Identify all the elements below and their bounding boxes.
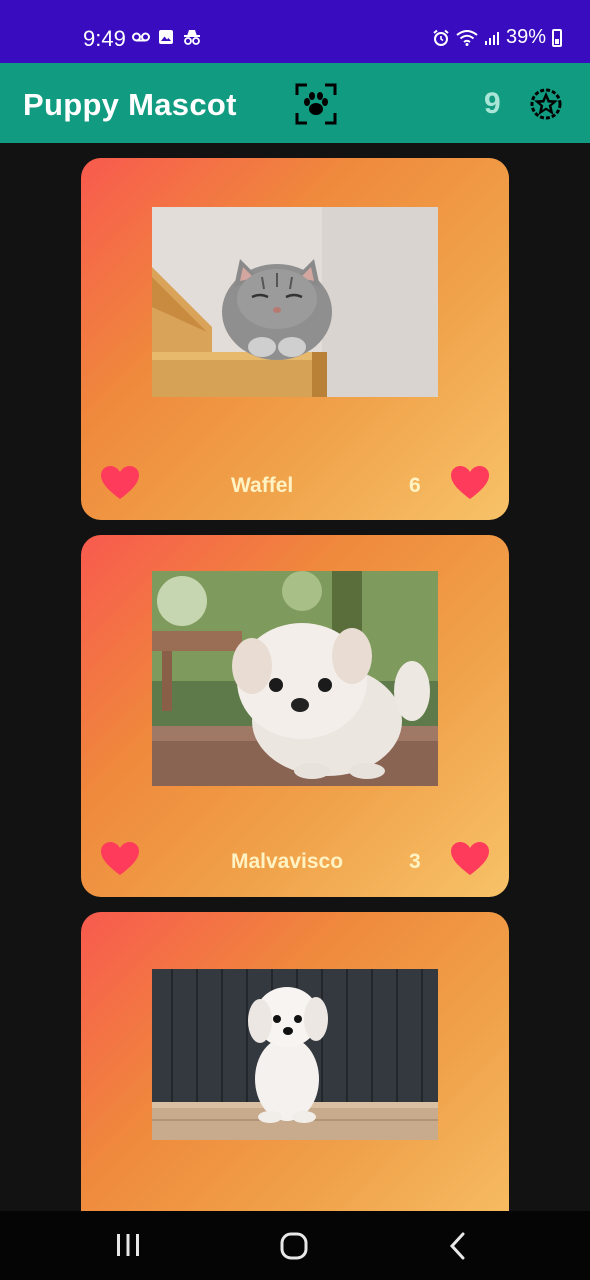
back-icon[interactable]	[448, 1232, 468, 1260]
signal-icon	[484, 31, 499, 45]
wifi-icon	[456, 29, 478, 46]
pet-card[interactable]	[81, 912, 509, 1211]
battery-icon	[552, 28, 562, 47]
heart-icon[interactable]	[100, 465, 140, 501]
pet-photo	[152, 571, 438, 786]
status-time: 9:49	[83, 26, 126, 51]
alarm-icon	[433, 29, 449, 46]
pet-name: Malvavisco	[231, 850, 344, 873]
recents-icon[interactable]	[116, 1234, 140, 1256]
heart-icon[interactable]	[450, 841, 490, 877]
incognito-icon	[184, 30, 200, 45]
pet-photo	[152, 969, 438, 1140]
app-bar: Puppy Mascot 9	[0, 63, 590, 143]
home-icon[interactable]	[280, 1232, 308, 1260]
status-notification-icons	[132, 28, 202, 46]
pet-name: Waffel	[231, 474, 294, 497]
status-system-icons: 39%	[432, 26, 562, 49]
star-badge-icon[interactable]	[529, 87, 563, 121]
pet-card[interactable]: Waffel 6	[81, 158, 509, 520]
paw-scan-icon[interactable]	[295, 83, 337, 125]
image-icon	[159, 30, 173, 44]
pet-photo	[152, 207, 438, 397]
total-count: 9	[484, 87, 501, 120]
system-nav-bar	[0, 1211, 590, 1280]
pet-list[interactable]: Waffel 6 Malvavisco 3	[0, 143, 590, 1211]
voicemail-icon	[132, 32, 150, 42]
vote-count: 3	[409, 850, 421, 873]
heart-icon[interactable]	[450, 465, 490, 501]
vote-count: 6	[409, 474, 421, 497]
heart-icon[interactable]	[100, 841, 140, 877]
battery-percent: 39%	[505, 26, 546, 48]
app-screen: 9:49 39% Puppy Mascot 9 Waffel 6 Malvavi…	[0, 0, 590, 1280]
status-bar: 9:49 39%	[0, 0, 590, 63]
app-title: Puppy Mascot	[23, 87, 237, 122]
pet-card[interactable]: Malvavisco 3	[81, 535, 509, 897]
